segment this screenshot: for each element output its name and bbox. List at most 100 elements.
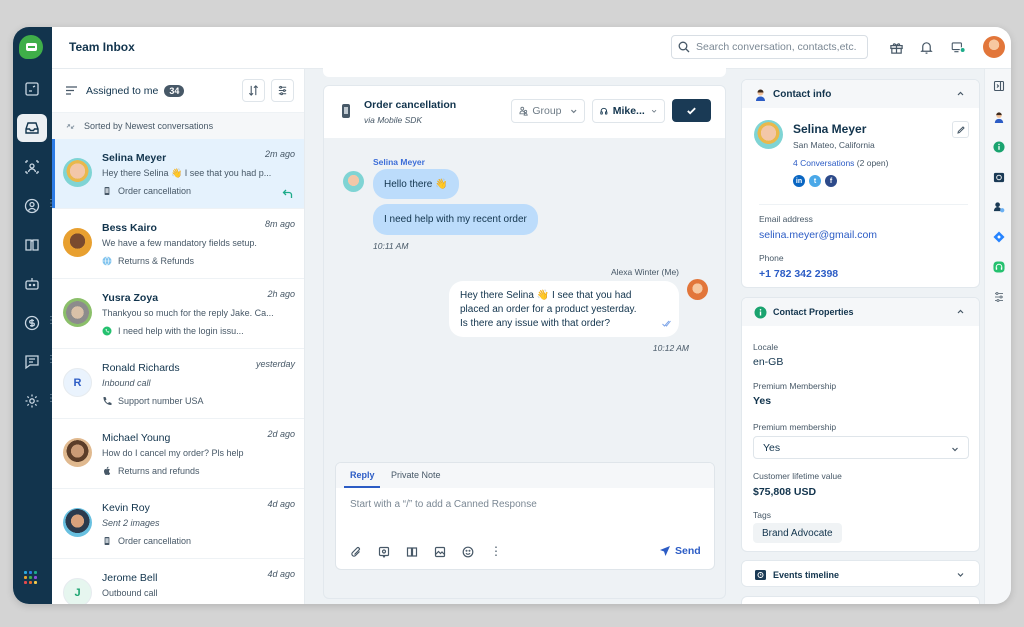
contact-info-header[interactable]: Contact info xyxy=(742,80,979,108)
contact-info-card: Contact info Selina Meyer San Mateo, Cal… xyxy=(741,79,980,288)
nav-dashboard[interactable] xyxy=(17,75,47,103)
nav-settings[interactable] xyxy=(17,387,47,415)
canned-response-button[interactable] xyxy=(378,545,390,559)
gift-button[interactable] xyxy=(887,38,905,56)
nav-messages[interactable] xyxy=(17,348,47,376)
conversation-item[interactable]: R Ronald Richards yesterday Inbound call Sup… xyxy=(52,349,304,419)
linkedin-icon[interactable]: in xyxy=(793,175,805,187)
rail-support[interactable] xyxy=(992,260,1005,273)
reply-editor: Reply Private Note ⋮ Send xyxy=(335,462,715,570)
avatar: R xyxy=(63,368,92,397)
contact-avatar-icon xyxy=(994,111,1003,123)
rail-events-timeline[interactable] xyxy=(992,170,1005,183)
calendar-clock-icon xyxy=(993,172,1004,182)
conversation-topic: Order cancellation xyxy=(118,186,192,196)
notifications-button[interactable] xyxy=(917,38,935,56)
conversation-topic: I need help with the login issu... xyxy=(118,326,244,336)
send-icon xyxy=(660,546,670,556)
apps-grid-dot xyxy=(34,581,37,584)
message-preview: How do I cancel my order? Pls help xyxy=(102,448,244,458)
rail-settings[interactable] xyxy=(992,290,1005,303)
nav-messages-more[interactable]: ⋮ xyxy=(46,355,56,365)
agent-dropdown[interactable]: Mike... xyxy=(592,99,665,123)
apps-grid-icon[interactable] xyxy=(24,571,37,584)
message-time: 10:12 AM xyxy=(652,343,689,353)
events-timeline-card[interactable]: Events timeline xyxy=(741,560,980,587)
filter-menu-icon[interactable] xyxy=(66,86,77,95)
apps-grid-dot xyxy=(24,576,27,579)
app-logo[interactable] xyxy=(19,35,43,59)
conversations-open-count: (2 open) xyxy=(856,158,889,168)
phone-icon xyxy=(102,396,112,406)
avatar xyxy=(63,298,92,327)
dollar-icon xyxy=(24,315,40,331)
search-input[interactable] xyxy=(696,41,866,53)
conversation-item[interactable]: Michael Young 2d ago How do I cancel my or… xyxy=(52,419,304,489)
nav-contacts[interactable] xyxy=(17,153,47,181)
global-search[interactable] xyxy=(671,35,868,59)
emoji-button[interactable] xyxy=(462,545,474,558)
rail-contact-properties[interactable] xyxy=(992,140,1005,153)
filters-button[interactable] xyxy=(271,79,294,102)
phone-label: Phone xyxy=(759,253,784,263)
nav-knowledge[interactable] xyxy=(17,231,47,259)
attach-button[interactable] xyxy=(350,545,362,557)
user-gear-icon xyxy=(993,201,1004,212)
tag-chip[interactable]: Brand Advocate xyxy=(753,523,842,543)
events-timeline-title: Events timeline xyxy=(773,569,840,580)
nav-billing[interactable] xyxy=(17,309,47,337)
filter-label[interactable]: Assigned to me xyxy=(86,85,158,97)
avatar xyxy=(63,228,92,257)
contact-properties-header[interactable]: Contact Properties xyxy=(742,298,979,326)
twitter-icon[interactable]: t xyxy=(809,175,821,187)
nav-profile[interactable] xyxy=(17,192,47,220)
nav-bot[interactable] xyxy=(17,270,47,298)
conversation-time: yesterday xyxy=(255,359,295,369)
nav-settings-more[interactable]: ⋮ xyxy=(46,394,56,404)
rail-contact-info[interactable] xyxy=(992,110,1005,123)
email-link[interactable]: selina.meyer@gmail.com xyxy=(759,229,877,241)
message-time: 10:11 AM xyxy=(373,241,409,251)
bell-icon xyxy=(919,41,933,54)
conversation-item[interactable]: Selina Meyer 2m ago Hey there Selina 👋 I s… xyxy=(52,139,304,209)
message-line: Hey there Selina 👋 I see that you had xyxy=(460,290,632,301)
agent-status-button[interactable] xyxy=(949,38,967,56)
conversation-item[interactable]: Yusra Zoya 2h ago Thankyou so much for the… xyxy=(52,279,304,349)
nav-billing-more[interactable]: ⋮ xyxy=(46,316,56,326)
resolve-button[interactable] xyxy=(672,99,711,122)
premium-select[interactable]: Yes xyxy=(753,436,969,459)
edit-contact-button[interactable] xyxy=(952,121,969,138)
tab-reply[interactable]: Reply xyxy=(350,470,375,480)
conversation-item[interactable]: Kevin Roy 4d ago Sent 2 images Order cancel… xyxy=(52,489,304,559)
message-icon xyxy=(25,355,39,370)
tab-private-note[interactable]: Private Note xyxy=(391,470,441,480)
collapse-panel-button[interactable] xyxy=(992,79,1005,92)
nav-inbox[interactable] xyxy=(17,114,47,142)
phone-link[interactable]: +1 782 342 2398 xyxy=(759,268,838,280)
send-button[interactable]: Send xyxy=(660,545,701,557)
nav-profile-more[interactable]: ⋮ xyxy=(46,199,56,209)
facebook-icon[interactable]: f xyxy=(825,175,837,187)
conversations-link[interactable]: 4 Conversations xyxy=(793,158,854,168)
conversation-item[interactable]: J Jerome Bell 4d ago Outbound call xyxy=(52,559,304,604)
message-preview: Thankyou so much for the reply Jake. Ca.… xyxy=(102,308,274,318)
user-avatar[interactable] xyxy=(983,36,1005,58)
events-timeline-header[interactable]: Events timeline xyxy=(742,561,979,586)
sort-info: Sorted by Newest conversations xyxy=(52,113,304,139)
group-dropdown[interactable]: Group xyxy=(511,99,585,123)
active-tab-indicator xyxy=(344,486,380,488)
more-options-button[interactable]: ⋮ xyxy=(490,545,502,557)
locale-value: en-GB xyxy=(753,356,784,368)
previous-card xyxy=(323,61,726,77)
contact-name: Ronald Richards xyxy=(102,362,180,374)
conversation-header: Order cancellation via Mobile SDK Group … xyxy=(324,86,725,138)
reply-input[interactable] xyxy=(350,499,700,510)
message-preview: Hey there Selina 👋 I see that you had p.… xyxy=(102,168,272,178)
conversation-item[interactable]: Bess Kairo 8m ago We have a few mandatory … xyxy=(52,209,304,279)
knowledge-base-button[interactable] xyxy=(406,545,418,557)
rail-assign[interactable] xyxy=(992,200,1005,213)
image-button[interactable] xyxy=(434,545,446,558)
apps-grid-dot xyxy=(29,581,32,584)
sort-button[interactable] xyxy=(242,79,265,102)
rail-jira[interactable] xyxy=(992,230,1005,243)
